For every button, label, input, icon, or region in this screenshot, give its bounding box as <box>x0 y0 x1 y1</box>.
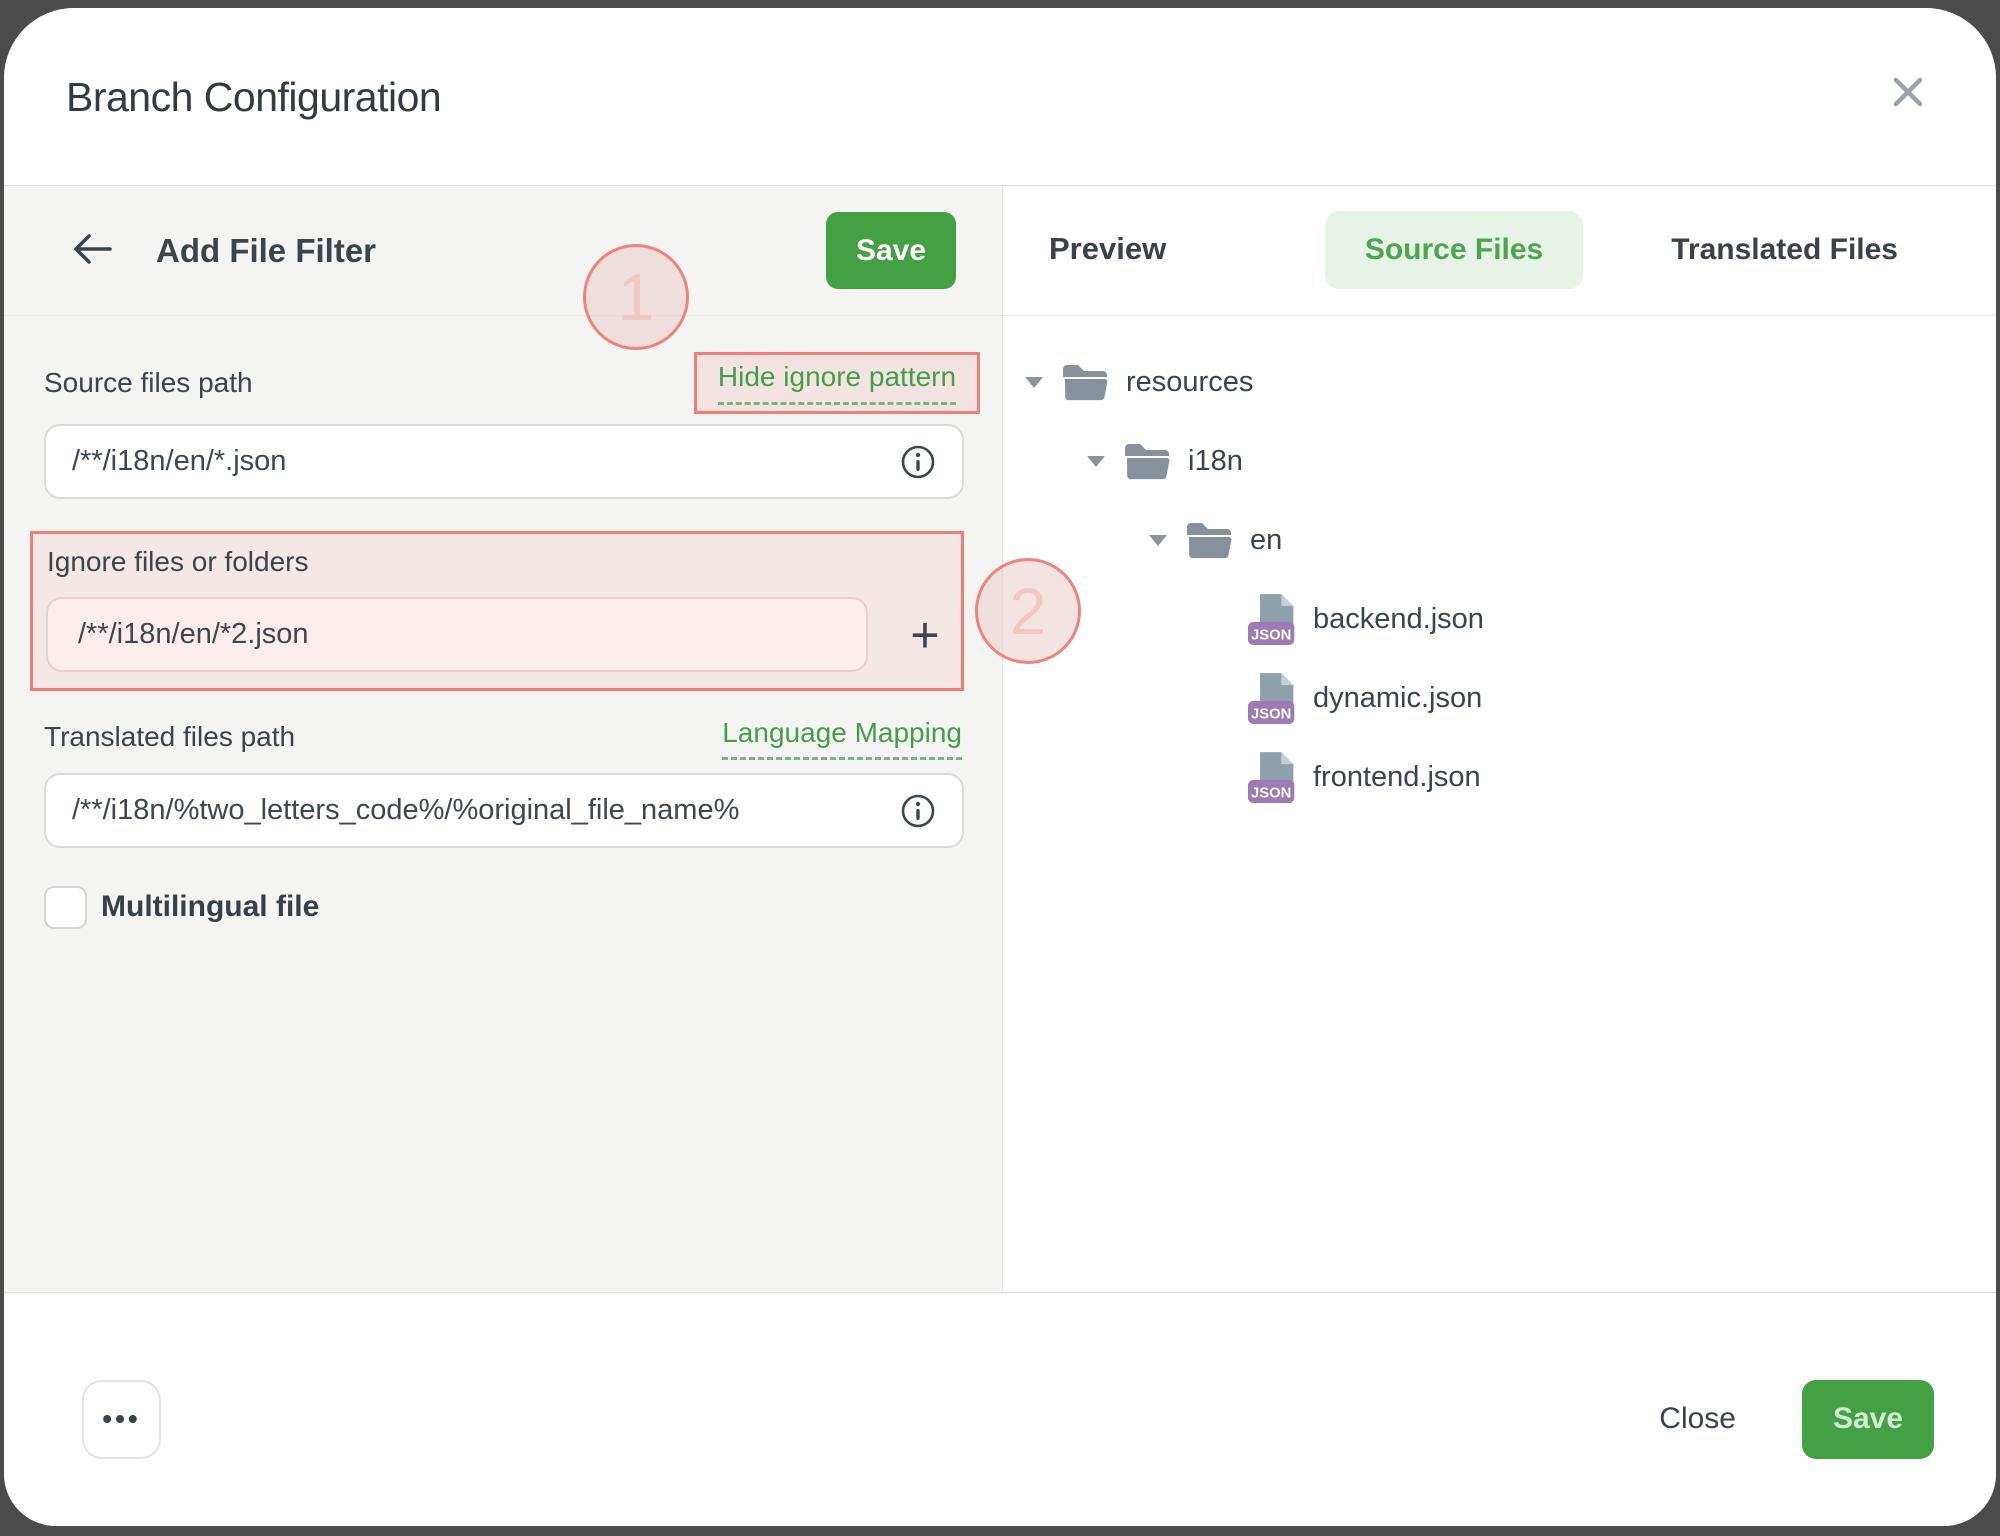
translated-files-path-label: Translated files path <box>44 721 295 753</box>
tree-item-label: dynamic.json <box>1313 682 1482 715</box>
info-icon <box>900 444 936 480</box>
translated-files-path-value: /**/i18n/%two_letters_code%/%original_fi… <box>72 794 739 827</box>
svg-text:JSON: JSON <box>1251 785 1291 801</box>
tab-translated-files[interactable]: Translated Files <box>1631 211 1938 289</box>
footer-close-button[interactable]: Close <box>1659 1402 1736 1436</box>
close-button[interactable] <box>1884 68 1932 116</box>
file-filter-title: Add File Filter <box>156 232 376 270</box>
tree-item-label: en <box>1250 524 1282 557</box>
preview-title: Preview <box>1049 231 1166 267</box>
tree-item-label: i18n <box>1188 445 1243 478</box>
hide-ignore-pattern-highlight: Hide ignore pattern <box>694 352 980 414</box>
preview-tabs: Source Files Translated Files <box>1325 211 1938 289</box>
preview-header: Preview Source Files Translated Files <box>1003 186 1996 316</box>
folder-icon <box>1124 443 1170 480</box>
tree-row-frontend.json[interactable]: JSON frontend.json <box>1003 738 1996 817</box>
ignore-pattern-value: /**/i18n/en/*2.json <box>78 618 309 651</box>
footer-save-button[interactable]: Save <box>1802 1380 1934 1459</box>
tree-row-i18n[interactable]: i18n <box>1003 422 1996 501</box>
caret-down-icon[interactable] <box>1023 377 1045 388</box>
translated-files-path-input[interactable]: /**/i18n/%two_letters_code%/%original_fi… <box>44 773 964 848</box>
ignore-pattern-input[interactable]: /**/i18n/en/*2.json <box>46 597 868 672</box>
caret-down-icon[interactable] <box>1147 535 1169 546</box>
info-icon <box>900 793 936 829</box>
add-ignore-pattern-button[interactable]: + <box>893 597 957 672</box>
source-path-info-button[interactable] <box>900 444 936 480</box>
more-options-button[interactable]: ••• <box>82 1380 161 1459</box>
source-files-path-label: Source files path <box>44 367 253 399</box>
ignore-files-label: Ignore files or folders <box>47 546 308 578</box>
file-filter-header: Add File Filter Save <box>4 186 1002 316</box>
modal-footer: ••• Close Save <box>4 1294 1996 1526</box>
ignore-pattern-highlight: Ignore files or folders /**/i18n/en/*2.j… <box>30 531 964 691</box>
filter-save-button[interactable]: Save <box>826 212 956 289</box>
file-tree: resources i18n en JSON backend.json JSON dynam… <box>1003 317 1996 1292</box>
close-icon <box>1887 71 1929 113</box>
language-mapping-wrap: Language Mapping <box>722 717 962 749</box>
modal-content: Add File Filter Save Source files path H… <box>4 185 1996 1293</box>
modal-header: Branch Configuration <box>4 8 1996 185</box>
tree-row-dynamic.json[interactable]: JSON dynamic.json <box>1003 659 1996 738</box>
source-files-path-input[interactable]: /**/i18n/en/*.json <box>44 424 964 499</box>
back-arrow-icon <box>72 232 114 266</box>
svg-text:JSON: JSON <box>1251 706 1291 722</box>
json-file-icon: JSON <box>1248 672 1298 726</box>
tree-row-backend.json[interactable]: JSON backend.json <box>1003 580 1996 659</box>
annotation-step-2: 2 <box>975 558 1081 664</box>
json-file-icon: JSON <box>1248 751 1298 805</box>
tree-row-en[interactable]: en <box>1003 501 1996 580</box>
folder-icon <box>1186 522 1232 559</box>
back-button[interactable] <box>72 232 114 266</box>
translated-path-info-button[interactable] <box>900 793 936 829</box>
hide-ignore-pattern-link[interactable]: Hide ignore pattern <box>718 361 956 405</box>
annotation-step-1: 1 <box>583 244 689 350</box>
multilingual-file-label: Multilingual file <box>101 890 319 924</box>
branch-configuration-modal: Branch Configuration Add File Filter Sav… <box>4 8 1996 1526</box>
language-mapping-link[interactable]: Language Mapping <box>722 717 962 760</box>
folder-icon <box>1062 364 1108 401</box>
tree-item-label: backend.json <box>1313 603 1484 636</box>
tab-source-files[interactable]: Source Files <box>1325 211 1583 289</box>
tree-row-resources[interactable]: resources <box>1003 343 1996 422</box>
json-file-icon: JSON <box>1248 593 1298 647</box>
tree-item-label: resources <box>1126 366 1253 399</box>
multilingual-file-checkbox[interactable] <box>44 886 87 929</box>
file-filter-panel: Add File Filter Save Source files path H… <box>4 186 1003 1292</box>
plus-icon: + <box>910 610 939 660</box>
svg-text:JSON: JSON <box>1251 627 1291 643</box>
source-files-path-value: /**/i18n/en/*.json <box>72 445 286 478</box>
tree-item-label: frontend.json <box>1313 761 1481 794</box>
preview-panel: Preview Source Files Translated Files re… <box>1003 186 1996 1292</box>
caret-down-icon[interactable] <box>1085 456 1107 467</box>
modal-title: Branch Configuration <box>66 74 441 121</box>
